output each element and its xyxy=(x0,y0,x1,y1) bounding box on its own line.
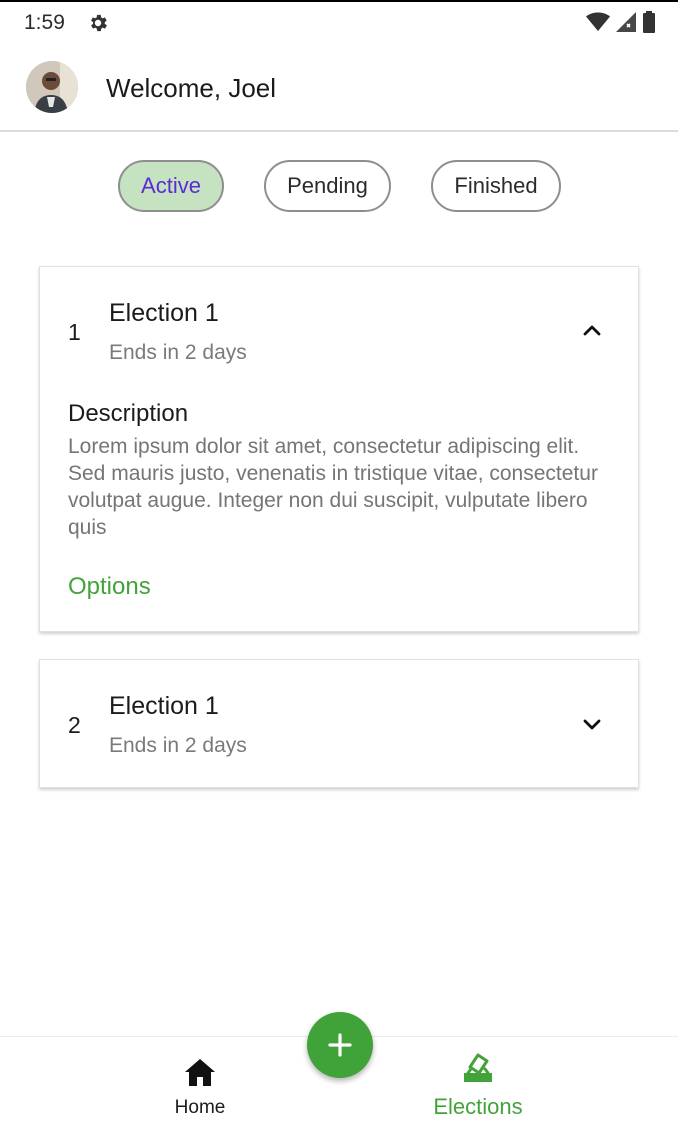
app-header: Welcome, Joel xyxy=(0,44,678,132)
nav-elections[interactable]: Elections xyxy=(420,1037,536,1128)
election-index: 1 xyxy=(68,319,81,345)
chevron-down-icon[interactable] xyxy=(580,712,604,736)
battery-icon xyxy=(643,11,655,33)
home-icon xyxy=(185,1059,215,1086)
nav-home[interactable]: Home xyxy=(150,1037,250,1128)
chip-active[interactable]: Active xyxy=(118,160,224,212)
ballot-box-icon xyxy=(464,1053,492,1082)
filter-chips: Active Pending Finished xyxy=(0,160,678,212)
chip-pending[interactable]: Pending xyxy=(264,160,391,212)
election-title: Election 1 xyxy=(109,299,219,327)
gear-icon xyxy=(91,14,107,32)
wifi-icon xyxy=(586,12,610,31)
welcome-text: Welcome, Joel xyxy=(106,73,277,103)
options-link[interactable]: Options xyxy=(68,573,151,601)
status-bar: 1:59 xyxy=(0,0,678,44)
chevron-up-icon[interactable] xyxy=(580,319,604,343)
chip-finished[interactable]: Finished xyxy=(431,160,561,212)
election-title: Election 1 xyxy=(109,692,219,720)
status-icons xyxy=(586,11,656,33)
election-card[interactable]: 2 Election 1 Ends in 2 days xyxy=(39,659,639,788)
election-subtitle: Ends in 2 days xyxy=(109,341,247,364)
election-subtitle: Ends in 2 days xyxy=(109,734,247,757)
nav-home-label: Home xyxy=(174,1097,226,1118)
avatar[interactable] xyxy=(26,61,78,113)
plus-icon xyxy=(328,1033,352,1057)
description-heading: Description xyxy=(68,400,189,427)
nav-elections-label: Elections xyxy=(433,1094,523,1119)
election-card[interactable]: 1 Election 1 Ends in 2 days Description … xyxy=(39,266,639,632)
description-text: Lorem ipsum dolor sit amet, consectetur … xyxy=(68,435,598,539)
election-index: 2 xyxy=(68,712,81,738)
add-election-button[interactable] xyxy=(307,1012,373,1078)
signal-icon xyxy=(616,12,636,32)
status-time: 1:59 xyxy=(24,11,65,34)
